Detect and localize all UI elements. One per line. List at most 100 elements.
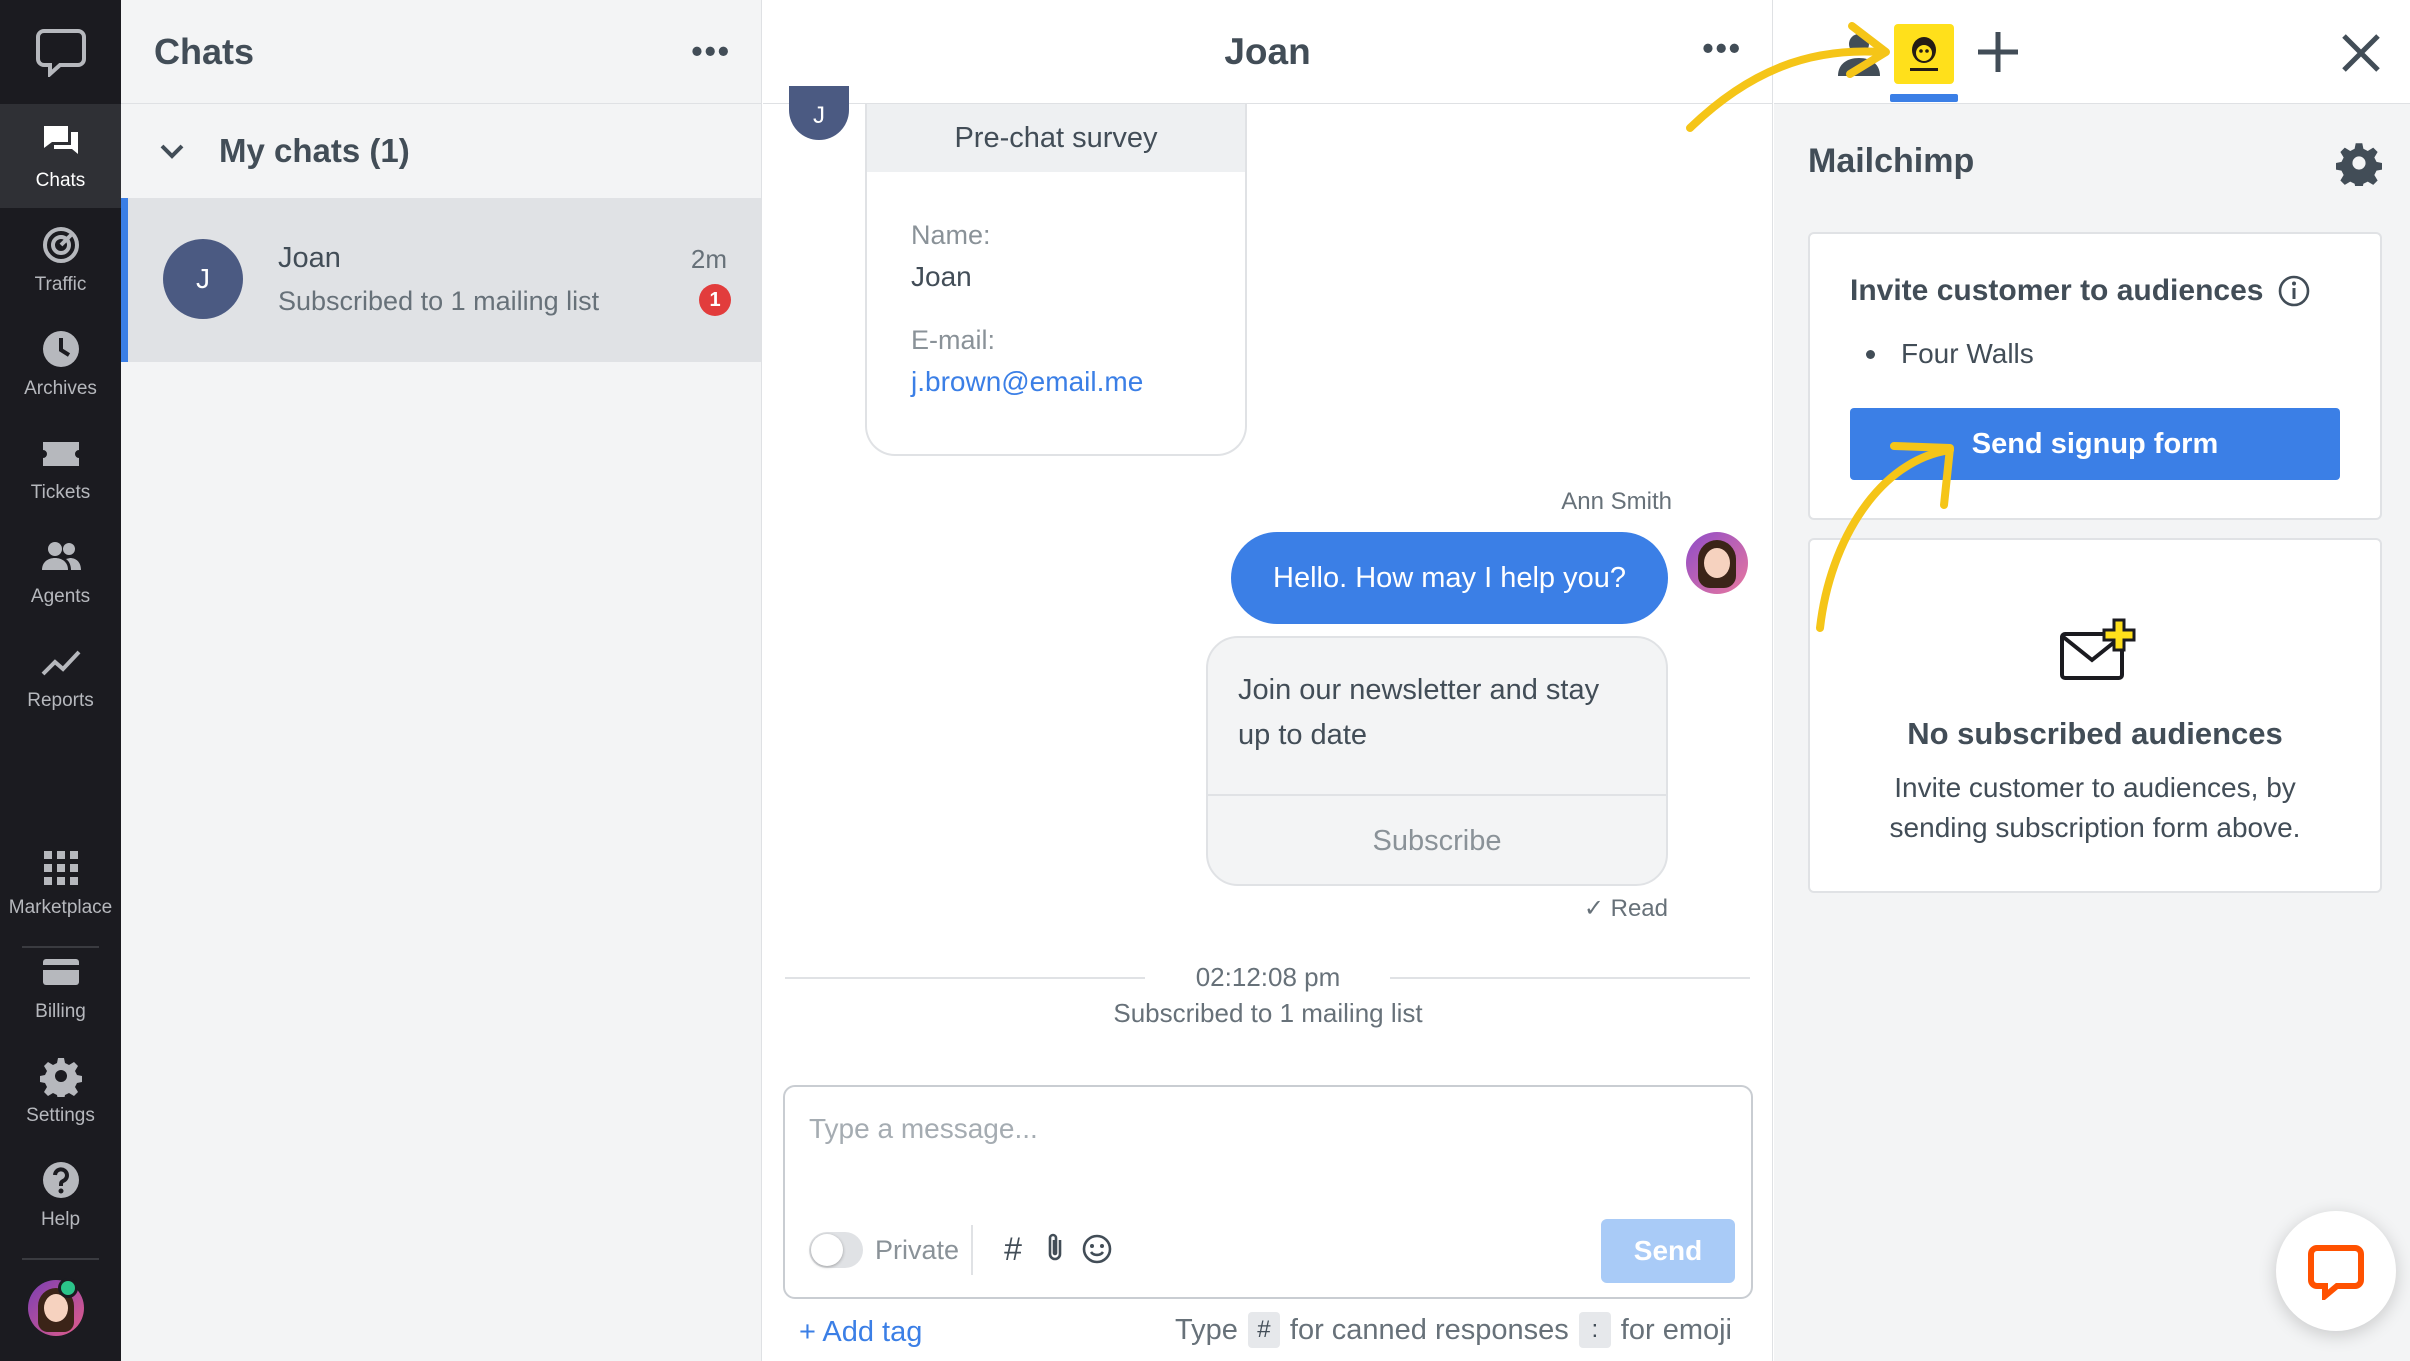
unread-badge: 1 [699,284,731,316]
nav-label: Archives [24,378,97,399]
hashtag-icon[interactable]: # [995,1231,1031,1267]
customer-avatar: J [163,239,243,319]
info-icon[interactable] [2277,274,2311,308]
livechat-widget-icon [2308,1245,2364,1300]
marketplace-icon [43,851,78,885]
hint-emoji: for emoji [1620,1313,1732,1346]
survey-email-link[interactable]: j.brown@email.me [911,366,1201,398]
survey-name-label: Name: [911,220,991,250]
hint-type: Type [1175,1313,1238,1346]
attachment-icon[interactable] [1037,1231,1073,1267]
bullet [1866,349,1875,359]
nav-label: Chats [35,170,86,191]
system-message-text: Subscribed to 1 mailing list [1113,998,1423,1028]
read-receipt: ✓ Read [1583,895,1668,922]
nav-label: Help [40,1209,81,1230]
conversation-panel: Joan ••• J Pre-chat survey Name: Joan E-… [763,0,1773,1361]
message-composer[interactable]: Type a message... Private # Send [783,1085,1753,1299]
nav-label: Agents [30,586,91,607]
reports-icon [41,650,80,676]
nav-item-archives[interactable]: Archives [0,312,121,416]
empty-state-title: No subscribed audiences [1907,716,2283,751]
subscribe-button[interactable]: Subscribe [1208,796,1666,884]
nav-label: Tickets [30,482,91,503]
chat-item-preview: Subscribed to 1 mailing list [278,286,600,316]
chevron-down-icon [160,144,184,159]
traffic-icon [42,227,79,263]
agents-icon [41,542,81,570]
nav-item-tickets[interactable]: Tickets [0,416,121,520]
envelope-plus-icon [2060,618,2136,680]
chat-list-item[interactable]: J Joan Subscribed to 1 mailing list 2m 1 [121,198,761,362]
message-input-placeholder[interactable]: Type a message... [809,1113,1038,1145]
chats-header: Chats ••• [121,0,761,104]
hint-hash-key: # [1247,1312,1280,1348]
emoji-icon[interactable] [1079,1231,1115,1267]
survey-name-value: Joan [911,261,972,292]
audience-list-item: Four Walls [1866,338,2034,370]
chats-title: Chats [154,30,255,72]
invite-audiences-card: Invite customer to audiences Four Walls … [1808,232,2382,520]
agent-message-bubble: Hello. How may I help you? [1231,532,1668,624]
customer-avatar-small: J [789,86,849,140]
newsletter-card-text: Join our newsletter and stay up to date [1208,638,1666,796]
nav-label: Billing [35,1001,86,1022]
billing-icon [42,959,79,985]
send-button[interactable]: Send [1601,1219,1735,1283]
survey-title: Pre-chat survey [867,104,1245,172]
private-toggle[interactable] [809,1232,863,1268]
hint-canned: for canned responses [1289,1313,1569,1346]
nav-item-reports[interactable]: Reports [0,624,121,728]
nav-divider [22,1258,99,1260]
conversation-header: Joan ••• [763,0,1772,104]
chats-list-panel: Chats ••• My chats (1) J Joan Subscribed… [121,0,762,1361]
nav-label: Marketplace [8,897,113,918]
nav-item-agents[interactable]: Agents [0,520,121,624]
my-chats-group-label: My chats (1) [219,132,410,169]
private-label: Private [875,1235,960,1265]
settings-icon [39,1058,82,1097]
subscribed-audiences-card: No subscribed audiences Invite customer … [1808,538,2382,893]
customer-details-tab-icon[interactable] [1834,30,1884,78]
settings-gear-icon[interactable] [2336,140,2382,186]
read-status: Read [1610,895,1668,922]
add-tag-link[interactable]: + Add tag [799,1316,922,1349]
empty-state-text: Invite customer to audiences, by sending… [1889,772,2301,843]
survey-email-label: E-mail: [911,325,996,355]
composer-hint: Type # for canned responses : for emoji [1175,1312,1732,1348]
nav-label: Traffic [34,274,87,295]
mailchimp-tab-icon[interactable] [1894,24,1954,84]
tickets-icon [42,442,79,466]
composer-divider [971,1225,973,1275]
close-icon[interactable] [2338,30,2384,76]
send-signup-form-button[interactable]: Send signup form [1850,408,2340,480]
nav-item-billing[interactable]: Billing [0,935,121,1039]
nav-item-settings[interactable]: Settings [0,1039,121,1143]
app-title: Mailchimp [1808,142,1975,180]
main-navigation: Chats Traffic Archives Tickets Agents Re… [0,0,121,1361]
chat-item-time: 2m [690,244,727,274]
invite-title: Invite customer to audiences [1850,274,2311,308]
details-panel: Mailchimp Invite customer to audiences F… [1774,0,2410,1361]
chat-widget-button[interactable] [2276,1211,2396,1331]
details-tabs [1774,0,2410,104]
invite-title-text: Invite customer to audiences [1850,274,2264,307]
nav-item-traffic[interactable]: Traffic [0,208,121,312]
nav-label: Reports [27,690,94,711]
my-chats-group-toggle[interactable]: My chats (1) [121,104,761,198]
agent-avatar [1686,532,1748,594]
audience-name: Four Walls [1901,338,2034,369]
chat-item-name: Joan [278,242,341,274]
nav-item-chats[interactable]: Chats [0,104,121,208]
nav-item-marketplace[interactable]: Marketplace [0,831,121,935]
add-app-plus-icon[interactable] [1970,24,2026,80]
chats-icon [43,126,78,154]
conversation-title: Joan [1224,30,1311,72]
conversation-more-options-icon[interactable]: ••• [1702,30,1742,67]
active-tab-indicator [1890,94,1958,102]
livechat-logo-icon[interactable] [0,0,121,104]
nav-item-help[interactable]: Help [0,1143,121,1247]
archives-icon [42,331,79,367]
pre-chat-survey-card: Pre-chat survey Name: Joan E-mail: j.bro… [865,104,1247,456]
chats-more-options-icon[interactable]: ••• [691,33,731,70]
